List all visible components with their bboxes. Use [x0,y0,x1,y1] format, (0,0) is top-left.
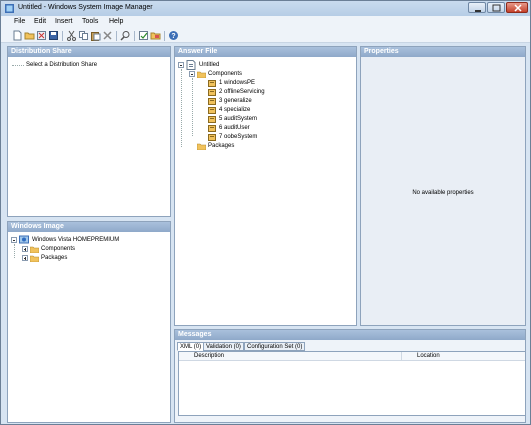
windows-image-root[interactable]: Windows Vista HOMEPREMIUM [32,236,119,244]
pass-icon [208,98,216,105]
messages-header: Messages [175,330,525,340]
close-icon [514,4,522,12]
help-icon[interactable]: ? [168,30,179,41]
windows-image-pane: Windows Image Windows Vista HOMEPREMIUM … [7,221,171,423]
pass-oobesystem[interactable]: 7 oobeSystem [219,133,257,141]
menu-insert[interactable]: Insert [55,18,73,25]
menu-edit[interactable]: Edit [34,18,46,25]
open-answer-file-icon[interactable] [24,30,35,41]
folder-icon [30,246,39,253]
minimize-icon [475,10,481,12]
answer-file-components[interactable]: Components [208,70,242,78]
windows-image-icon [19,235,29,244]
distribution-share-header: Distribution Share [8,47,170,57]
distribution-share-pane: Distribution Share Select a Distribution… [7,46,171,217]
svg-text:?: ? [171,33,175,40]
pass-offlineservicing[interactable]: 2 offlineServicing [219,88,265,96]
folder-icon [197,71,206,78]
column-description[interactable]: Description [179,352,402,361]
cut-icon[interactable] [66,30,77,41]
pass-icon [208,134,216,141]
title-bar[interactable]: Untitled - Windows System Image Manager [1,1,530,16]
app-icon [5,4,14,13]
pass-icon [208,107,216,114]
copy-icon[interactable] [78,30,89,41]
find-icon[interactable] [120,30,131,41]
tree-line [12,65,24,66]
menu-help[interactable]: Help [109,18,123,25]
answer-file-root[interactable]: Untitled [199,61,219,69]
toolbar-separator [116,31,117,41]
close-answer-file-icon[interactable] [36,30,47,41]
collapse-toggle[interactable] [178,62,184,68]
pass-icon [208,116,216,123]
menu-tools[interactable]: Tools [82,18,98,25]
messages-pane: Messages XML (0) Validation (0) Configur… [174,329,526,423]
collapse-toggle[interactable] [11,237,17,243]
window-title: Untitled - Windows System Image Manager [18,4,153,11]
tab-configuration-set[interactable]: Configuration Set (0) [244,342,306,351]
toolbar: ? [1,29,530,43]
answer-file-header: Answer File [175,47,356,57]
create-configuration-set-icon[interactable] [150,30,161,41]
pass-generalize[interactable]: 3 generalize [219,97,252,105]
pass-icon [208,89,216,96]
messages-list[interactable]: Description Location [178,351,525,416]
select-distribution-share[interactable]: Select a Distribution Share [26,61,97,69]
properties-header: Properties [361,47,525,57]
pass-icon [208,80,216,87]
answer-file-packages[interactable]: Packages [208,142,234,150]
save-icon[interactable] [48,30,59,41]
pass-audituser[interactable]: 6 auditUser [219,124,250,132]
no-properties-text: No available properties [412,190,474,196]
answer-file-pane: Answer File Untitled Components 1 window… [174,46,357,326]
pass-auditsystem[interactable]: 5 auditSystem [219,115,257,123]
folder-icon [30,255,39,262]
properties-pane: Properties No available properties [360,46,526,326]
menu-bar: File Edit Insert Tools Help [1,16,530,29]
column-location[interactable]: Location [402,352,525,361]
windows-image-header: Windows Image [8,222,170,232]
toolbar-separator [134,31,135,41]
menu-file[interactable]: File [14,18,25,25]
restore-icon [492,4,501,12]
tab-xml[interactable]: XML (0) [177,342,205,351]
folder-icon [197,143,206,150]
expand-toggle[interactable] [22,246,28,252]
tree-line [192,78,193,136]
close-button[interactable] [506,2,528,13]
maximize-button[interactable] [487,2,505,13]
paste-icon[interactable] [90,30,101,41]
tab-validation[interactable]: Validation (0) [203,342,244,351]
collapse-toggle[interactable] [189,71,195,77]
new-answer-file-icon[interactable] [12,30,23,41]
app-window: Untitled - Windows System Image Manager … [0,0,531,425]
toolbar-separator [62,31,63,41]
minimize-button[interactable] [468,2,486,13]
pass-windowspe[interactable]: 1 windowsPE [219,79,255,87]
windows-image-components[interactable]: Components [41,245,75,253]
pass-icon [208,125,216,132]
tree-line [181,69,182,147]
pass-specialize[interactable]: 4 specialize [219,106,250,114]
answer-file-icon [186,60,196,70]
validate-icon[interactable] [138,30,149,41]
expand-toggle[interactable] [22,255,28,261]
tree-line [14,244,15,258]
windows-image-packages[interactable]: Packages [41,254,67,262]
delete-icon[interactable] [102,30,113,41]
toolbar-separator [164,31,165,41]
